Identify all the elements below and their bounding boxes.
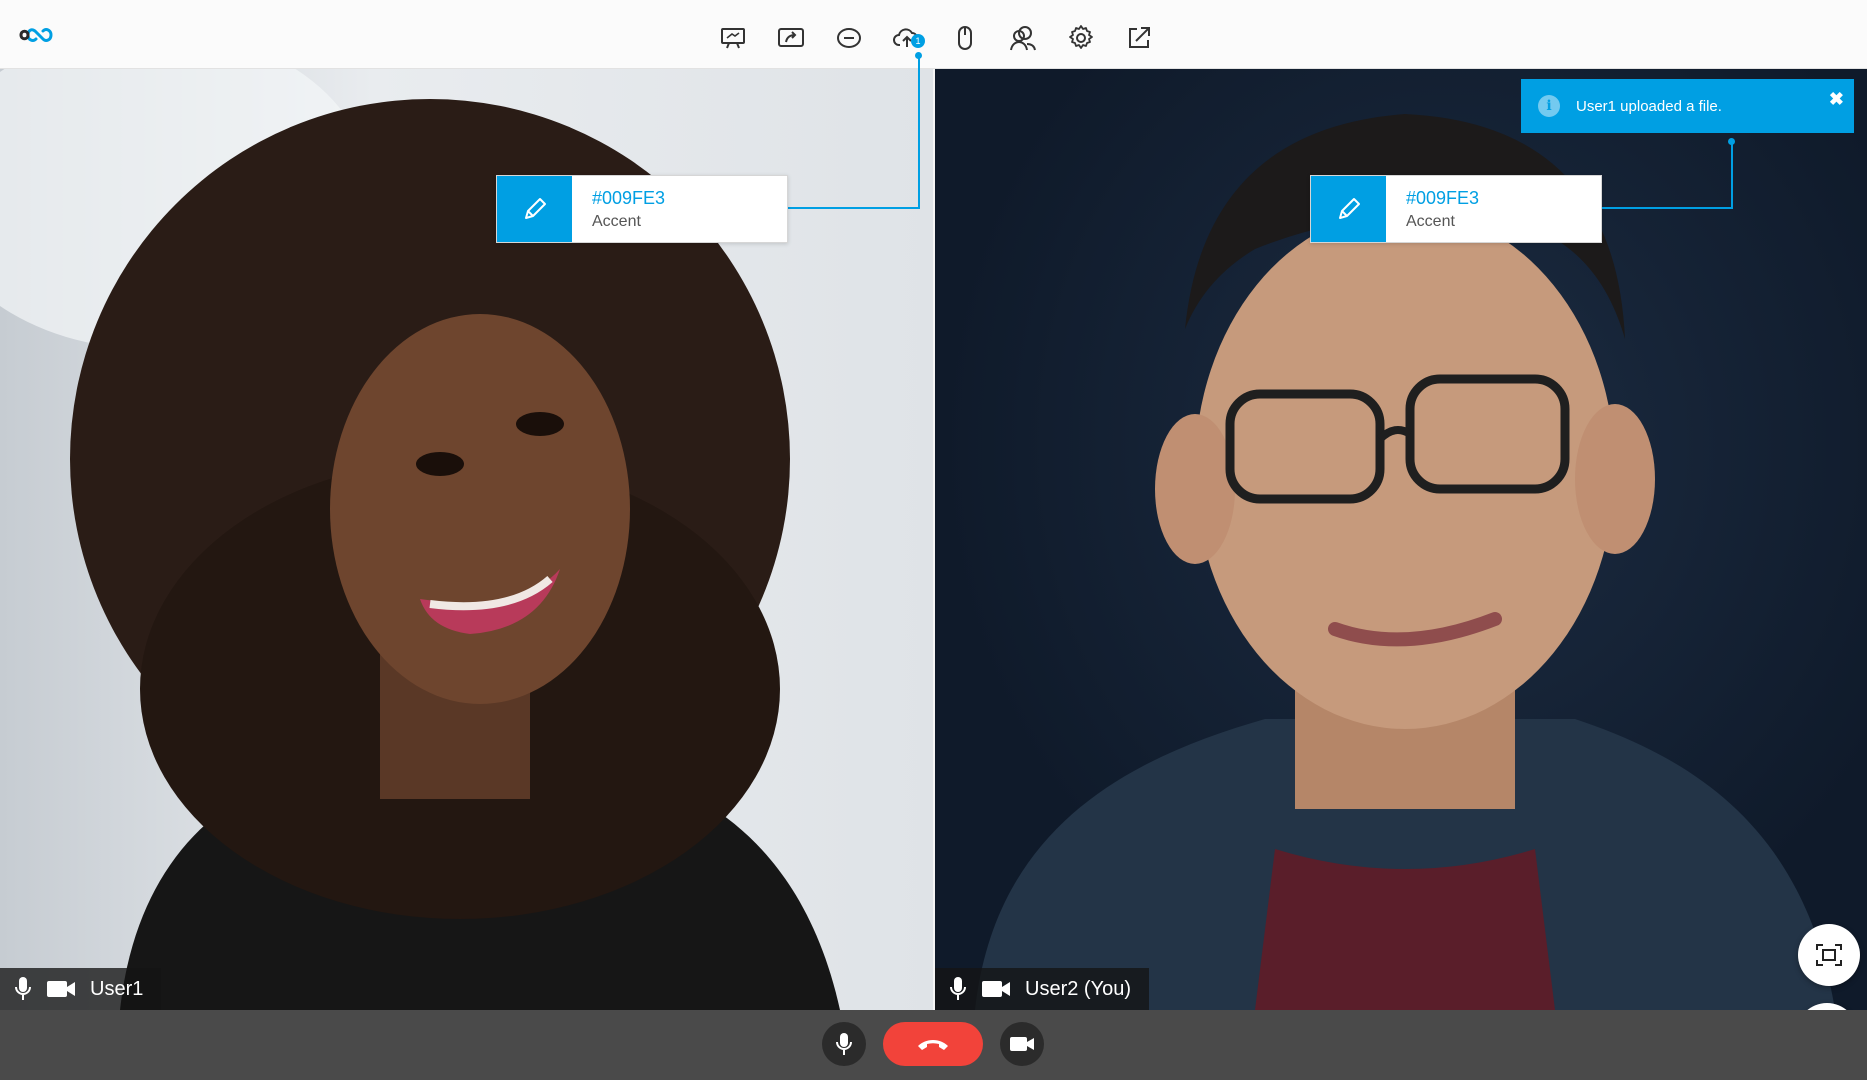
pencil-icon[interactable] bbox=[497, 176, 572, 242]
participant-name: User2 (You) bbox=[1025, 977, 1131, 1000]
color-callout-left: #009FE3 Accent bbox=[496, 175, 788, 243]
participant-label-user1: User1 bbox=[0, 968, 162, 1010]
callout-leader bbox=[1602, 207, 1733, 209]
microphone-icon bbox=[836, 1033, 852, 1055]
upload-count-badge: 1 bbox=[911, 34, 925, 48]
camera-icon bbox=[47, 981, 75, 997]
callout-leader bbox=[788, 207, 919, 209]
callout-leader bbox=[1731, 142, 1733, 209]
participant-video-user1 bbox=[0, 69, 840, 1010]
mute-button[interactable] bbox=[822, 1022, 866, 1066]
toolbar-tools: 1 bbox=[716, 18, 1156, 58]
camera-icon bbox=[982, 981, 1010, 997]
settings-icon[interactable] bbox=[1064, 18, 1098, 58]
hang-up-button[interactable] bbox=[883, 1022, 983, 1066]
participant-label-user2: User2 (You) bbox=[935, 968, 1149, 1010]
hang-up-icon bbox=[918, 1040, 948, 1050]
presentation-icon[interactable] bbox=[716, 18, 750, 58]
callout-leader-dot bbox=[1728, 138, 1735, 145]
top-toolbar: 1 bbox=[0, 0, 1867, 69]
participant-name: User1 bbox=[90, 977, 144, 1000]
participants-icon[interactable] bbox=[1006, 18, 1040, 58]
callout-leader bbox=[918, 56, 920, 209]
fullscreen-icon bbox=[1816, 944, 1842, 966]
pop-out-icon[interactable] bbox=[1122, 18, 1156, 58]
close-icon[interactable]: ✖ bbox=[1829, 89, 1844, 110]
color-name: Accent bbox=[592, 213, 641, 230]
info-icon: i bbox=[1538, 95, 1560, 117]
camera-icon bbox=[1010, 1037, 1034, 1051]
video-tile-user1[interactable]: User1 bbox=[0, 69, 933, 1010]
microphone-icon bbox=[950, 977, 966, 1000]
color-callout-right: #009FE3 Accent bbox=[1310, 175, 1602, 243]
notification-toast: i User1 uploaded a file. ✖ bbox=[1521, 79, 1854, 133]
mouse-icon[interactable] bbox=[948, 18, 982, 58]
fullscreen-button[interactable] bbox=[1798, 924, 1860, 986]
color-hex: #009FE3 bbox=[592, 188, 666, 208]
share-screen-icon[interactable] bbox=[774, 18, 808, 58]
microphone-icon bbox=[15, 977, 31, 1000]
camera-toggle-button[interactable] bbox=[1000, 1022, 1044, 1066]
notification-message: User1 uploaded a file. bbox=[1576, 97, 1722, 115]
color-hex: #009FE3 bbox=[1406, 188, 1480, 208]
color-name: Accent bbox=[1406, 213, 1455, 230]
infinity-logo-icon bbox=[18, 20, 56, 50]
callout-leader-dot bbox=[915, 52, 922, 59]
pencil-icon[interactable] bbox=[1311, 176, 1386, 242]
chat-icon[interactable] bbox=[832, 18, 866, 58]
